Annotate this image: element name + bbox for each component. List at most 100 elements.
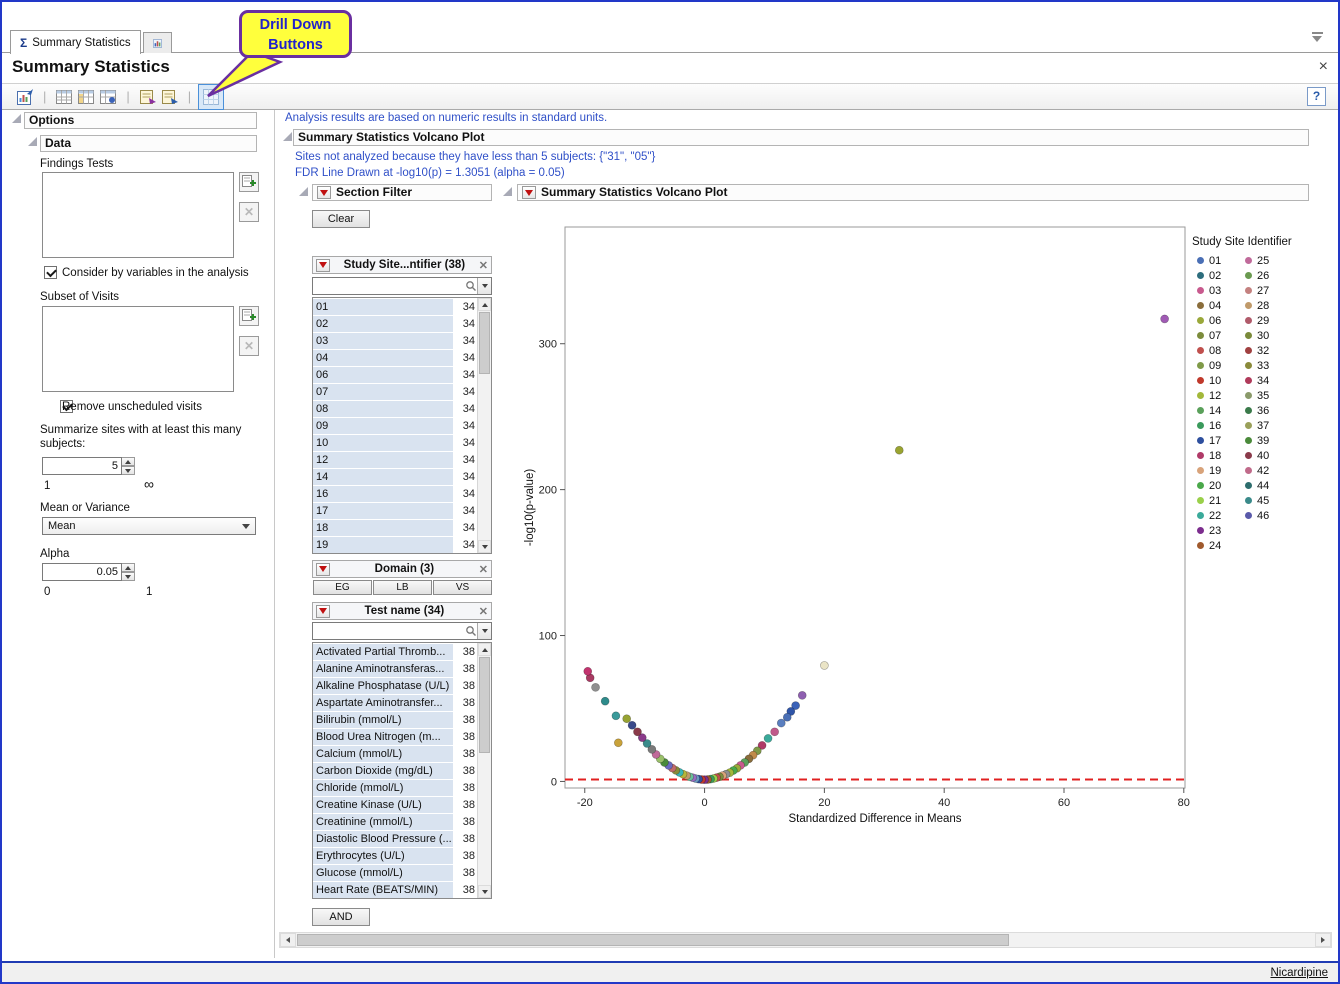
remove-visits-button[interactable]: ✕ [239,336,259,356]
site-filter-header[interactable]: Study Site...ntifier (38) ✕ [312,256,492,274]
site-filter-row[interactable]: 1034 [313,434,477,451]
red-triangle-menu-icon[interactable] [317,186,331,199]
add-visits-button[interactable] [239,306,259,326]
legend-item[interactable]: 28 [1245,298,1269,313]
legend-item[interactable]: 36 [1245,403,1269,418]
site-filter-row[interactable]: 1834 [313,519,477,536]
domain-vs-button[interactable]: VS [433,580,492,595]
test-filter-row[interactable]: Creatinine (mmol/L)38 [313,813,477,830]
close-icon[interactable]: ✕ [479,605,488,618]
legend-item[interactable]: 16 [1197,418,1221,433]
legend-item[interactable]: 26 [1245,268,1269,283]
legend-item[interactable]: 40 [1245,448,1269,463]
test-filter-row[interactable]: Alanine Aminotransferas...38 [313,660,477,677]
legend-item[interactable]: 33 [1245,358,1269,373]
legend-item[interactable]: 01 [1197,253,1221,268]
spin-down-icon[interactable] [122,466,135,475]
test-list-scrollbar[interactable] [477,643,491,898]
tab-summary-statistics[interactable]: Σ Summary Statistics [10,30,141,54]
spin-up-icon[interactable] [122,563,135,572]
test-filter-row[interactable]: Aspartate Aminotransfer...38 [313,694,477,711]
test-filter-row[interactable]: Creatine Kinase (U/L)38 [313,796,477,813]
report-note-icon[interactable] [137,86,159,108]
site-filter-row[interactable]: 0134 [313,298,477,315]
legend-item[interactable]: 07 [1197,328,1221,343]
study-link[interactable]: Nicardipine [1270,967,1328,979]
legend-item[interactable]: 21 [1197,493,1221,508]
horizontal-scrollbar[interactable] [279,932,1332,948]
disclosure-icon[interactable] [283,132,292,141]
spin-down-icon[interactable] [122,572,135,581]
site-filter-row[interactable]: 1434 [313,468,477,485]
legend-item[interactable]: 22 [1197,508,1221,523]
site-list-scrollbar[interactable] [477,298,491,553]
site-filter-row[interactable]: 0234 [313,315,477,332]
subset-visits-listbox[interactable] [42,306,234,392]
tab-chart[interactable] [143,32,172,53]
clear-button[interactable]: Clear [312,210,370,228]
scroll-thumb[interactable] [479,657,490,753]
remove-tests-button[interactable]: ✕ [239,202,259,222]
domain-eg-button[interactable]: EG [313,580,372,595]
test-filter-row[interactable]: Diastolic Blood Pressure (...38 [313,830,477,847]
legend-item[interactable]: 03 [1197,283,1221,298]
legend-item[interactable]: 29 [1245,313,1269,328]
test-filter-row[interactable]: Glucose (mmol/L)38 [313,864,477,881]
test-filter-header[interactable]: Test name (34) ✕ [312,602,492,620]
test-search-input[interactable] [313,624,465,638]
window-menu-icon[interactable] [1312,32,1328,42]
test-search-box[interactable] [312,622,492,640]
test-filter-row[interactable]: Erythrocytes (U/L)38 [313,847,477,864]
test-filter-row[interactable]: Carbon Dioxide (mg/dL)38 [313,762,477,779]
legend-item[interactable]: 08 [1197,343,1221,358]
legend-item[interactable]: 27 [1245,283,1269,298]
site-filter-row[interactable]: 1934 [313,536,477,553]
test-filter-row[interactable]: Chloride (mmol/L)38 [313,779,477,796]
close-icon[interactable]: × [1319,58,1328,76]
legend-item[interactable]: 17 [1197,433,1221,448]
site-filter-row[interactable]: 0434 [313,349,477,366]
red-triangle-menu-icon[interactable] [522,186,536,199]
scroll-right-icon[interactable] [1315,933,1331,947]
disclosure-icon[interactable] [28,137,37,146]
scroll-thumb[interactable] [479,312,490,374]
scroll-down-icon[interactable] [478,885,491,898]
help-button[interactable]: ? [1307,87,1326,106]
spin-up-icon[interactable] [122,457,135,466]
legend-item[interactable]: 02 [1197,268,1221,283]
legend-item[interactable]: 25 [1245,253,1269,268]
scroll-thumb[interactable] [297,934,1009,946]
volcano-plot[interactable]: 0100200300-20020406080Standardized Diffe… [519,215,1209,830]
disclosure-icon[interactable] [299,187,308,196]
data-table-colored-icon[interactable] [75,86,97,108]
legend-item[interactable]: 12 [1197,388,1221,403]
site-filter-row[interactable]: 1234 [313,451,477,468]
data-table-marker-icon[interactable] [97,86,119,108]
subjects-value[interactable]: 5 [42,457,122,475]
site-filter-row[interactable]: 0634 [313,366,477,383]
test-filter-row[interactable]: Alkaline Phosphatase (U/L)38 [313,677,477,694]
site-filter-row[interactable]: 0934 [313,417,477,434]
legend-item[interactable]: 19 [1197,463,1221,478]
legend-item[interactable]: 32 [1245,343,1269,358]
mean-variance-select[interactable]: Mean [42,517,256,535]
options-header[interactable]: Options [24,112,257,129]
legend-item[interactable]: 44 [1245,478,1269,493]
site-filter-row[interactable]: 0834 [313,400,477,417]
findings-tests-listbox[interactable] [42,172,234,258]
site-search-box[interactable] [312,277,492,295]
volcano-plot-header[interactable]: Summary Statistics Volcano Plot [517,184,1309,201]
scroll-left-icon[interactable] [280,933,296,947]
legend-item[interactable]: 14 [1197,403,1221,418]
site-filter-row[interactable]: 0334 [313,332,477,349]
subjects-stepper[interactable]: 5 [42,457,135,475]
red-triangle-menu-icon[interactable] [316,605,330,618]
launch-report-icon[interactable] [14,86,36,108]
consider-variables-checkbox[interactable] [44,266,57,279]
site-filter-row[interactable]: 1734 [313,502,477,519]
test-filter-row[interactable]: Activated Partial Thromb...38 [313,643,477,660]
legend-item[interactable]: 45 [1245,493,1269,508]
legend-item[interactable]: 18 [1197,448,1221,463]
search-dropdown-icon[interactable] [477,278,491,294]
panel-splitter[interactable] [274,110,275,958]
